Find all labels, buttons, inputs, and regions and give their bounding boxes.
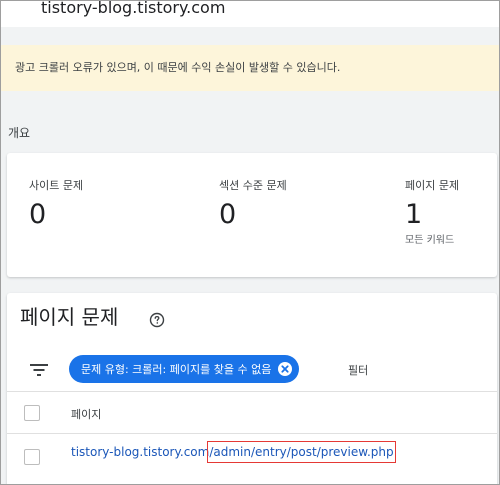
page-issues-title: 페이지 문제 — [20, 305, 119, 329]
row-checkbox[interactable] — [24, 449, 40, 465]
column-header-page[interactable]: 페이지 — [71, 406, 101, 422]
help-icon[interactable] — [149, 312, 165, 328]
metric-site-issues[interactable]: 사이트 문제 0 — [29, 177, 83, 228]
metric-sublabel: 모든 키워드 — [405, 235, 455, 246]
divider — [7, 433, 497, 434]
metric-value: 0 — [29, 199, 47, 230]
site-title: tistory-blog.tistory.com — [41, 0, 226, 17]
close-circle-icon[interactable] — [277, 361, 293, 377]
site-header: tistory-blog.tistory.com — [1, 1, 499, 27]
filter-chip-label: 문제 유형: 크롤러: 페이지를 찾을 수 없음 — [81, 363, 272, 376]
app-window: tistory-blog.tistory.com 광고 크롤러 오류가 있으며,… — [0, 0, 500, 485]
url-domain[interactable]: tistory-blog.tistory.com — [71, 445, 209, 459]
metric-label: 사이트 문제 — [29, 179, 84, 192]
filter-button[interactable]: 필터 — [348, 362, 368, 378]
url-path-highlighted[interactable]: /admin/entry/post/preview.php — [207, 441, 396, 463]
metric-label: 섹션 수준 문제 — [219, 179, 287, 192]
warning-banner: 광고 크롤러 오류가 있으며, 이 때문에 수익 손실이 발생할 수 있습니다. — [1, 45, 499, 91]
metric-page-issues[interactable]: 페이지 문제 1 모든 키워드 — [405, 177, 459, 246]
metric-value: 1 — [405, 199, 423, 230]
overview-heading: 개요 — [8, 126, 31, 140]
metric-label: 페이지 문제 — [405, 179, 460, 192]
divider — [7, 391, 497, 392]
page-issues-card: 페이지 문제 문제 유형: 크롤러: 페이지를 찾을 수 없음 필터 페이지 t… — [7, 293, 497, 484]
metric-value: 0 — [219, 199, 237, 230]
metric-section-issues[interactable]: 섹션 수준 문제 0 — [219, 177, 287, 228]
table-row-url[interactable]: tistory-blog.tistory.com/admin/entry/pos… — [71, 441, 396, 463]
overview-summary-card: 사이트 문제 0 섹션 수준 문제 0 페이지 문제 1 모든 키워드 — [7, 153, 497, 277]
warning-message: 광고 크롤러 오류가 있으며, 이 때문에 수익 손실이 발생할 수 있습니다. — [15, 61, 341, 74]
filter-list-icon[interactable] — [29, 363, 49, 377]
select-all-checkbox[interactable] — [24, 405, 40, 421]
filter-chip[interactable]: 문제 유형: 크롤러: 페이지를 찾을 수 없음 — [69, 355, 300, 383]
